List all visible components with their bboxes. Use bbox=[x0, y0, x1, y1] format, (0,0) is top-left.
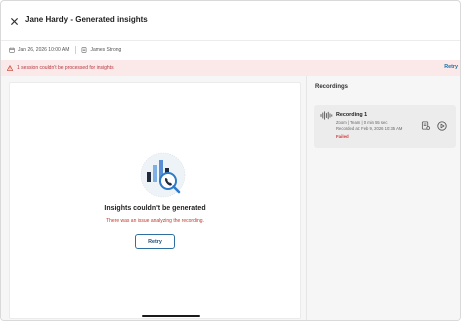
panel-divider bbox=[306, 76, 307, 320]
retry-button[interactable]: Retry bbox=[135, 234, 175, 249]
session-date: Jan 26, 2026 10:00 AM bbox=[9, 47, 69, 53]
session-meta: Jan 26, 2026 10:00 AM James Strong bbox=[1, 41, 460, 58]
play-icon[interactable] bbox=[437, 121, 447, 131]
page-title: Jane Hardy - Generated insights bbox=[25, 15, 148, 24]
close-icon[interactable] bbox=[10, 17, 18, 25]
calendar-icon bbox=[9, 47, 15, 53]
recording-name: Recording 1 bbox=[336, 112, 368, 118]
error-alert-bar: 1 session couldn't be processed for insi… bbox=[1, 60, 460, 76]
warning-icon bbox=[7, 65, 13, 71]
alert-retry-link[interactable]: Retry bbox=[444, 64, 458, 70]
session-owner: James Strong bbox=[81, 47, 121, 53]
insights-panel: Insights couldn't be generated There was… bbox=[9, 82, 301, 319]
close-button[interactable] bbox=[7, 14, 21, 28]
empty-state-subtitle: There was an issue analyzing the recordi… bbox=[106, 218, 204, 224]
insights-window: Jane Hardy - Generated insights Jan 26, … bbox=[0, 0, 461, 321]
audio-waveform-icon bbox=[320, 111, 333, 120]
alert-message: 1 session couldn't be processed for insi… bbox=[17, 65, 114, 71]
session-owner-text: James Strong bbox=[90, 46, 122, 53]
empty-state-title: Insights couldn't be generated bbox=[104, 205, 206, 212]
transcript-icon[interactable] bbox=[421, 121, 430, 130]
insights-error-illustration bbox=[140, 152, 186, 198]
recording-status-badge: Failed bbox=[336, 134, 349, 139]
meta-divider bbox=[75, 45, 77, 54]
home-indicator bbox=[142, 315, 200, 317]
recordings-title: Recordings bbox=[315, 84, 349, 90]
session-date-text: Jan 26, 2026 10:00 AM bbox=[18, 46, 70, 53]
header: Jane Hardy - Generated insights bbox=[1, 1, 460, 41]
recording-source: Zoom | Team | 0 min 55 sec bbox=[336, 120, 388, 125]
recording-card[interactable]: Recording 1 Zoom | Team | 0 min 55 sec R… bbox=[314, 105, 456, 148]
contact-card-icon bbox=[82, 46, 87, 53]
recording-timestamp: Recorded at: Feb 9, 2026 10:35 AM bbox=[336, 126, 403, 131]
